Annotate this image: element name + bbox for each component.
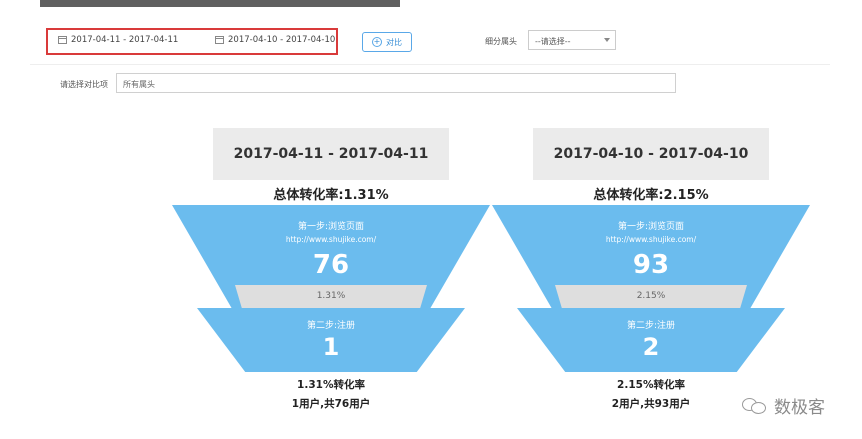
step-1-value: 93: [632, 250, 670, 280]
step-1-value: 76: [312, 250, 350, 280]
compare-field-value: 所有属头: [123, 80, 155, 89]
date-range-2[interactable]: 2017-04-10 - 2017-04-10: [215, 35, 335, 45]
date-range-2-text: 2017-04-10 - 2017-04-10: [228, 35, 336, 45]
step-rate-text: 2.15%: [636, 291, 666, 301]
step-2-value: 1: [322, 333, 340, 361]
funnel-range-header: 2017-04-11 - 2017-04-11: [213, 128, 449, 180]
divider: [30, 64, 830, 65]
step-1-name: 第一步:浏览页面: [297, 222, 365, 232]
funnel-range-header: 2017-04-10 - 2017-04-10: [533, 128, 769, 180]
compare-button-label: 对比: [386, 37, 402, 47]
watermark: 数极客: [742, 393, 825, 418]
wechat-icon: [742, 396, 768, 416]
conversion-rate: 1.31%转化率: [297, 379, 365, 391]
compare-field-label: 请选择对比项: [60, 80, 108, 89]
date-range-group: 2017-04-11 - 2017-04-11 2017-04-10 - 201…: [46, 28, 338, 55]
watermark-text: 数极客: [774, 398, 825, 418]
segment-select-value: --请选择--: [535, 37, 571, 46]
date-range-1-text: 2017-04-11 - 2017-04-11: [71, 35, 179, 45]
step-1-url: http://www.shujike.com/: [605, 235, 697, 244]
total-conversion-rate: 总体转化率:2.15%: [593, 188, 709, 203]
segment-select[interactable]: --请选择--: [528, 30, 616, 50]
compare-field-input[interactable]: 所有属头: [116, 73, 676, 93]
compare-button[interactable]: + 对比: [362, 32, 412, 52]
step-rate-text: 1.31%: [316, 291, 346, 301]
conversion-rate: 2.15%转化率: [617, 379, 685, 391]
top-cropped-text: [40, 0, 400, 7]
step-1-name: 第一步:浏览页面: [617, 222, 685, 232]
user-count: 1用户,共76用户: [291, 398, 371, 410]
step-2-value: 2: [642, 333, 660, 361]
total-conversion-rate: 总体转化率:1.31%: [273, 188, 389, 203]
step-2-name: 第二步:注册: [306, 321, 356, 331]
funnel-right: 2017-04-10 - 2017-04-10 总体转化率:2.15% 第一步:…: [492, 128, 810, 428]
calendar-icon: [58, 36, 67, 44]
step-2-name: 第二步:注册: [626, 321, 676, 331]
calendar-icon: [215, 36, 224, 44]
step-1-url: http://www.shujike.com/: [285, 235, 377, 244]
date-range-1[interactable]: 2017-04-11 - 2017-04-11: [58, 35, 178, 45]
chevron-down-icon: [604, 38, 610, 42]
plus-circle-icon: +: [372, 37, 382, 47]
funnel-left: 2017-04-11 - 2017-04-11 总体转化率:1.31% 第一步:…: [172, 128, 490, 428]
segment-label: 细分属头: [485, 37, 517, 46]
